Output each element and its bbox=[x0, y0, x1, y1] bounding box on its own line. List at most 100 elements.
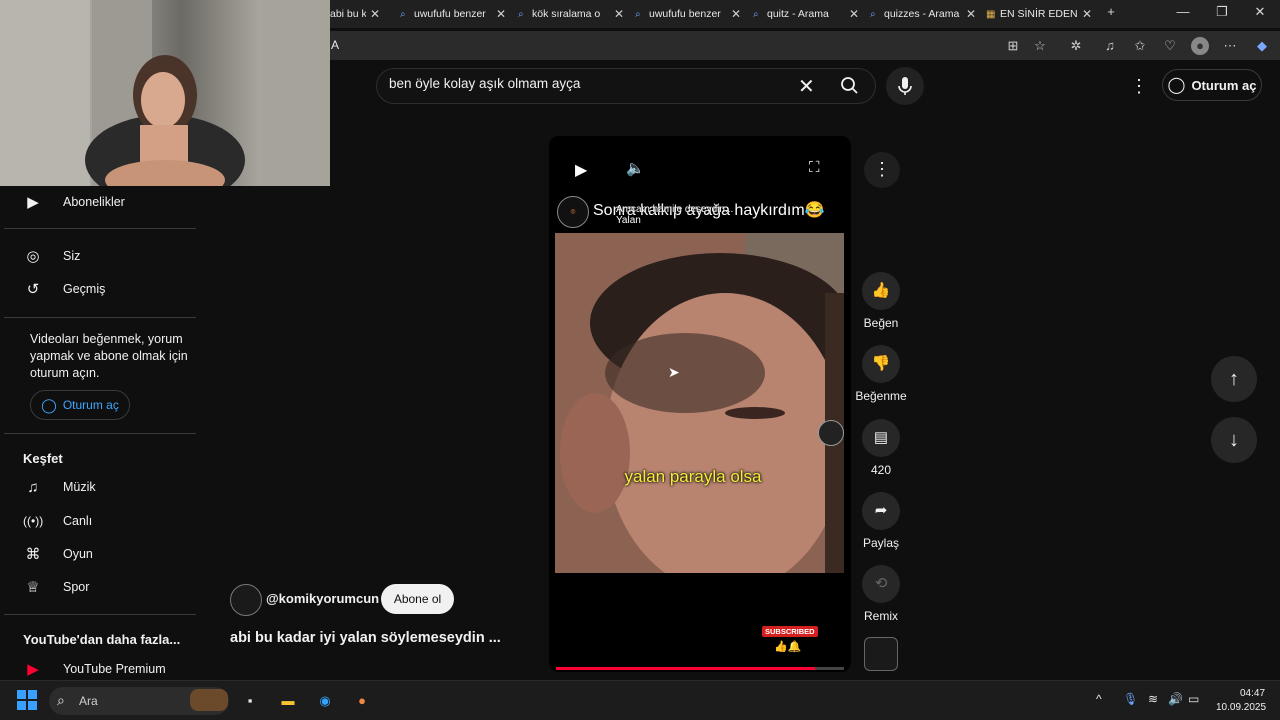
volume-icon[interactable]: 🔊 bbox=[1168, 692, 1183, 706]
tray-overflow-icon[interactable]: ^ bbox=[1096, 692, 1102, 706]
app-icon[interactable]: ● bbox=[350, 689, 374, 713]
mouse-cursor-icon: ➤ bbox=[668, 364, 680, 380]
profile-avatar[interactable]: ● bbox=[1191, 37, 1209, 55]
windows-start-icon[interactable] bbox=[17, 690, 37, 710]
tab-label: quitz - Arama bbox=[767, 8, 829, 20]
restore-icon[interactable]: ❐ bbox=[1208, 4, 1236, 20]
address-text[interactable]: A bbox=[331, 38, 339, 52]
copilot-icon[interactable]: ◆ bbox=[1253, 37, 1271, 55]
read-aloud-icon[interactable]: ♫ bbox=[1101, 37, 1119, 55]
comments-button[interactable]: ▤ bbox=[862, 419, 900, 457]
browser-tab[interactable]: ⌕ kök sıralama o ✕ bbox=[518, 3, 624, 25]
mic-icon bbox=[898, 77, 912, 95]
sidebar-item-sports[interactable]: ♕ Spor bbox=[0, 570, 196, 604]
search-icon bbox=[841, 77, 855, 91]
fullscreen-icon[interactable]: ⛶ bbox=[809, 159, 820, 176]
more-icon[interactable]: ⋯ bbox=[1221, 37, 1239, 55]
close-icon[interactable]: ✕ bbox=[370, 7, 380, 21]
player-more-button[interactable]: ⋮ bbox=[864, 152, 900, 188]
star-icon[interactable]: ☆ bbox=[1031, 37, 1049, 55]
wifi-icon[interactable]: ≋ bbox=[1148, 692, 1158, 706]
favorites-icon[interactable]: ✩ bbox=[1131, 37, 1149, 55]
signin-button[interactable]: ◯ Oturum aç bbox=[1162, 69, 1262, 101]
taskbar-search-placeholder[interactable]: Ara bbox=[79, 694, 98, 708]
channel-name[interactable]: @komikyorumcun bbox=[266, 591, 379, 606]
new-tab-button[interactable]: + bbox=[1097, 4, 1125, 19]
browser-tab[interactable]: ⌕ quizzes - Arama ✕ bbox=[870, 3, 976, 25]
like-button[interactable]: 👍 bbox=[862, 272, 900, 310]
file-explorer-icon[interactable]: ▬ bbox=[276, 689, 300, 713]
sidebar-item-music[interactable]: ♫ Müzik bbox=[0, 470, 196, 504]
clear-search-icon[interactable]: ✕ bbox=[798, 74, 815, 99]
sidebar-item-gaming[interactable]: ⌘ Oyun bbox=[0, 537, 196, 571]
account-icon: ◯ bbox=[41, 396, 57, 413]
comment-icon: ▤ bbox=[873, 429, 889, 446]
video-title[interactable]: abi bu kadar iyi yalan söylemeseydin ... bbox=[230, 630, 501, 646]
video-watermark-icon bbox=[818, 420, 844, 446]
search-icon: ⌕ bbox=[57, 692, 65, 708]
close-icon[interactable]: ✕ bbox=[614, 7, 624, 21]
close-icon[interactable]: ✕ bbox=[966, 7, 976, 21]
trophy-icon: ♕ bbox=[26, 579, 40, 596]
extensions-icon[interactable]: ✲ bbox=[1067, 37, 1085, 55]
edge-browser-icon[interactable]: ◉ bbox=[313, 689, 337, 713]
dislike-button[interactable]: 👎 bbox=[862, 345, 900, 383]
webcam-image bbox=[0, 0, 330, 186]
browser-tab[interactable]: ⌕ uwufufu benzer ✕ bbox=[635, 3, 741, 25]
browser-tab[interactable]: abi bu kad ✕ bbox=[330, 3, 380, 25]
clock-date[interactable]: 10.09.2025 bbox=[1216, 702, 1266, 713]
sidebar-item-live[interactable]: ((•)) Canlı bbox=[0, 504, 196, 538]
music-note-icon: ♫ bbox=[27, 478, 39, 496]
sidebar-item-history[interactable]: ↺ Geçmiş bbox=[0, 272, 196, 306]
like-label: Beğen bbox=[863, 316, 899, 330]
sound-channel-avatar[interactable] bbox=[864, 637, 898, 671]
sidebar-item-subscriptions[interactable]: ▶ Abonelikler bbox=[0, 185, 196, 219]
close-icon[interactable]: ✕ bbox=[731, 7, 741, 21]
video-progress-fill bbox=[556, 667, 816, 670]
search-button[interactable] bbox=[830, 69, 870, 101]
browser-tab[interactable]: ⌕ quitz - Arama ✕ bbox=[753, 3, 859, 25]
video-subtitle: yalan parayla olsa bbox=[624, 467, 762, 486]
voice-search-button[interactable] bbox=[886, 67, 924, 105]
clock-time[interactable]: 04:47 bbox=[1240, 688, 1265, 699]
apps-icon[interactable]: ⊞ bbox=[1004, 37, 1022, 55]
comment-count: 420 bbox=[870, 463, 892, 477]
next-video-button[interactable]: ↓ bbox=[1211, 417, 1257, 463]
close-icon[interactable]: ✕ bbox=[496, 7, 506, 21]
sidebar-signin-button[interactable]: ◯ Oturum aç bbox=[30, 390, 130, 420]
health-icon[interactable]: ♡ bbox=[1161, 37, 1179, 55]
youtube-premium-icon: ▶ bbox=[27, 661, 39, 678]
close-window-icon[interactable]: ✕ bbox=[1246, 4, 1274, 20]
search-icon: ⌕ bbox=[518, 8, 524, 20]
share-button[interactable]: ➦ bbox=[862, 492, 900, 530]
search-input[interactable]: ben öyle kolay aşık olmam ayça bbox=[389, 76, 580, 91]
divider bbox=[4, 228, 196, 229]
close-icon[interactable]: ✕ bbox=[849, 7, 859, 21]
settings-more-icon[interactable]: ⋮ bbox=[1130, 76, 1148, 97]
browser-tab[interactable]: ⌕ uwufufu benzer ✕ bbox=[400, 3, 506, 25]
video-frame[interactable] bbox=[555, 233, 844, 573]
bell-icon: 👍🔔 bbox=[774, 641, 802, 653]
previous-video-button[interactable]: ↑ bbox=[1211, 356, 1257, 402]
sidebar-item-you[interactable]: ◎ Siz bbox=[0, 239, 196, 273]
history-icon: ↺ bbox=[26, 281, 40, 298]
channel-avatar[interactable] bbox=[230, 584, 262, 616]
volume-icon[interactable]: 🔈 bbox=[626, 159, 645, 177]
explore-heading: Keşfet bbox=[23, 451, 63, 466]
battery-icon[interactable]: ▭ bbox=[1188, 692, 1199, 706]
mic-icon[interactable]: 🎙 bbox=[1123, 692, 1138, 706]
remix-button[interactable]: ⟲ bbox=[862, 565, 900, 603]
browser-tab[interactable]: ▦ EN SİNİR EDEN ✕ bbox=[986, 3, 1092, 25]
subscribe-button[interactable]: Abone ol bbox=[381, 584, 454, 614]
minimize-icon[interactable]: — bbox=[1169, 4, 1197, 19]
remix-icon: ⟲ bbox=[874, 575, 888, 592]
tab-label: kök sıralama o bbox=[532, 8, 601, 20]
task-view-icon[interactable]: ▪ bbox=[238, 689, 262, 713]
sidebar-item-premium[interactable]: ▶ YouTube Premium bbox=[0, 660, 196, 678]
search-icon: ⌕ bbox=[635, 8, 641, 20]
close-icon[interactable]: ✕ bbox=[1082, 7, 1092, 21]
signin-label: Oturum aç bbox=[62, 398, 119, 412]
site-icon: ▦ bbox=[986, 8, 996, 20]
search-icon: ⌕ bbox=[870, 8, 876, 20]
play-icon[interactable]: ▶ bbox=[575, 160, 587, 180]
